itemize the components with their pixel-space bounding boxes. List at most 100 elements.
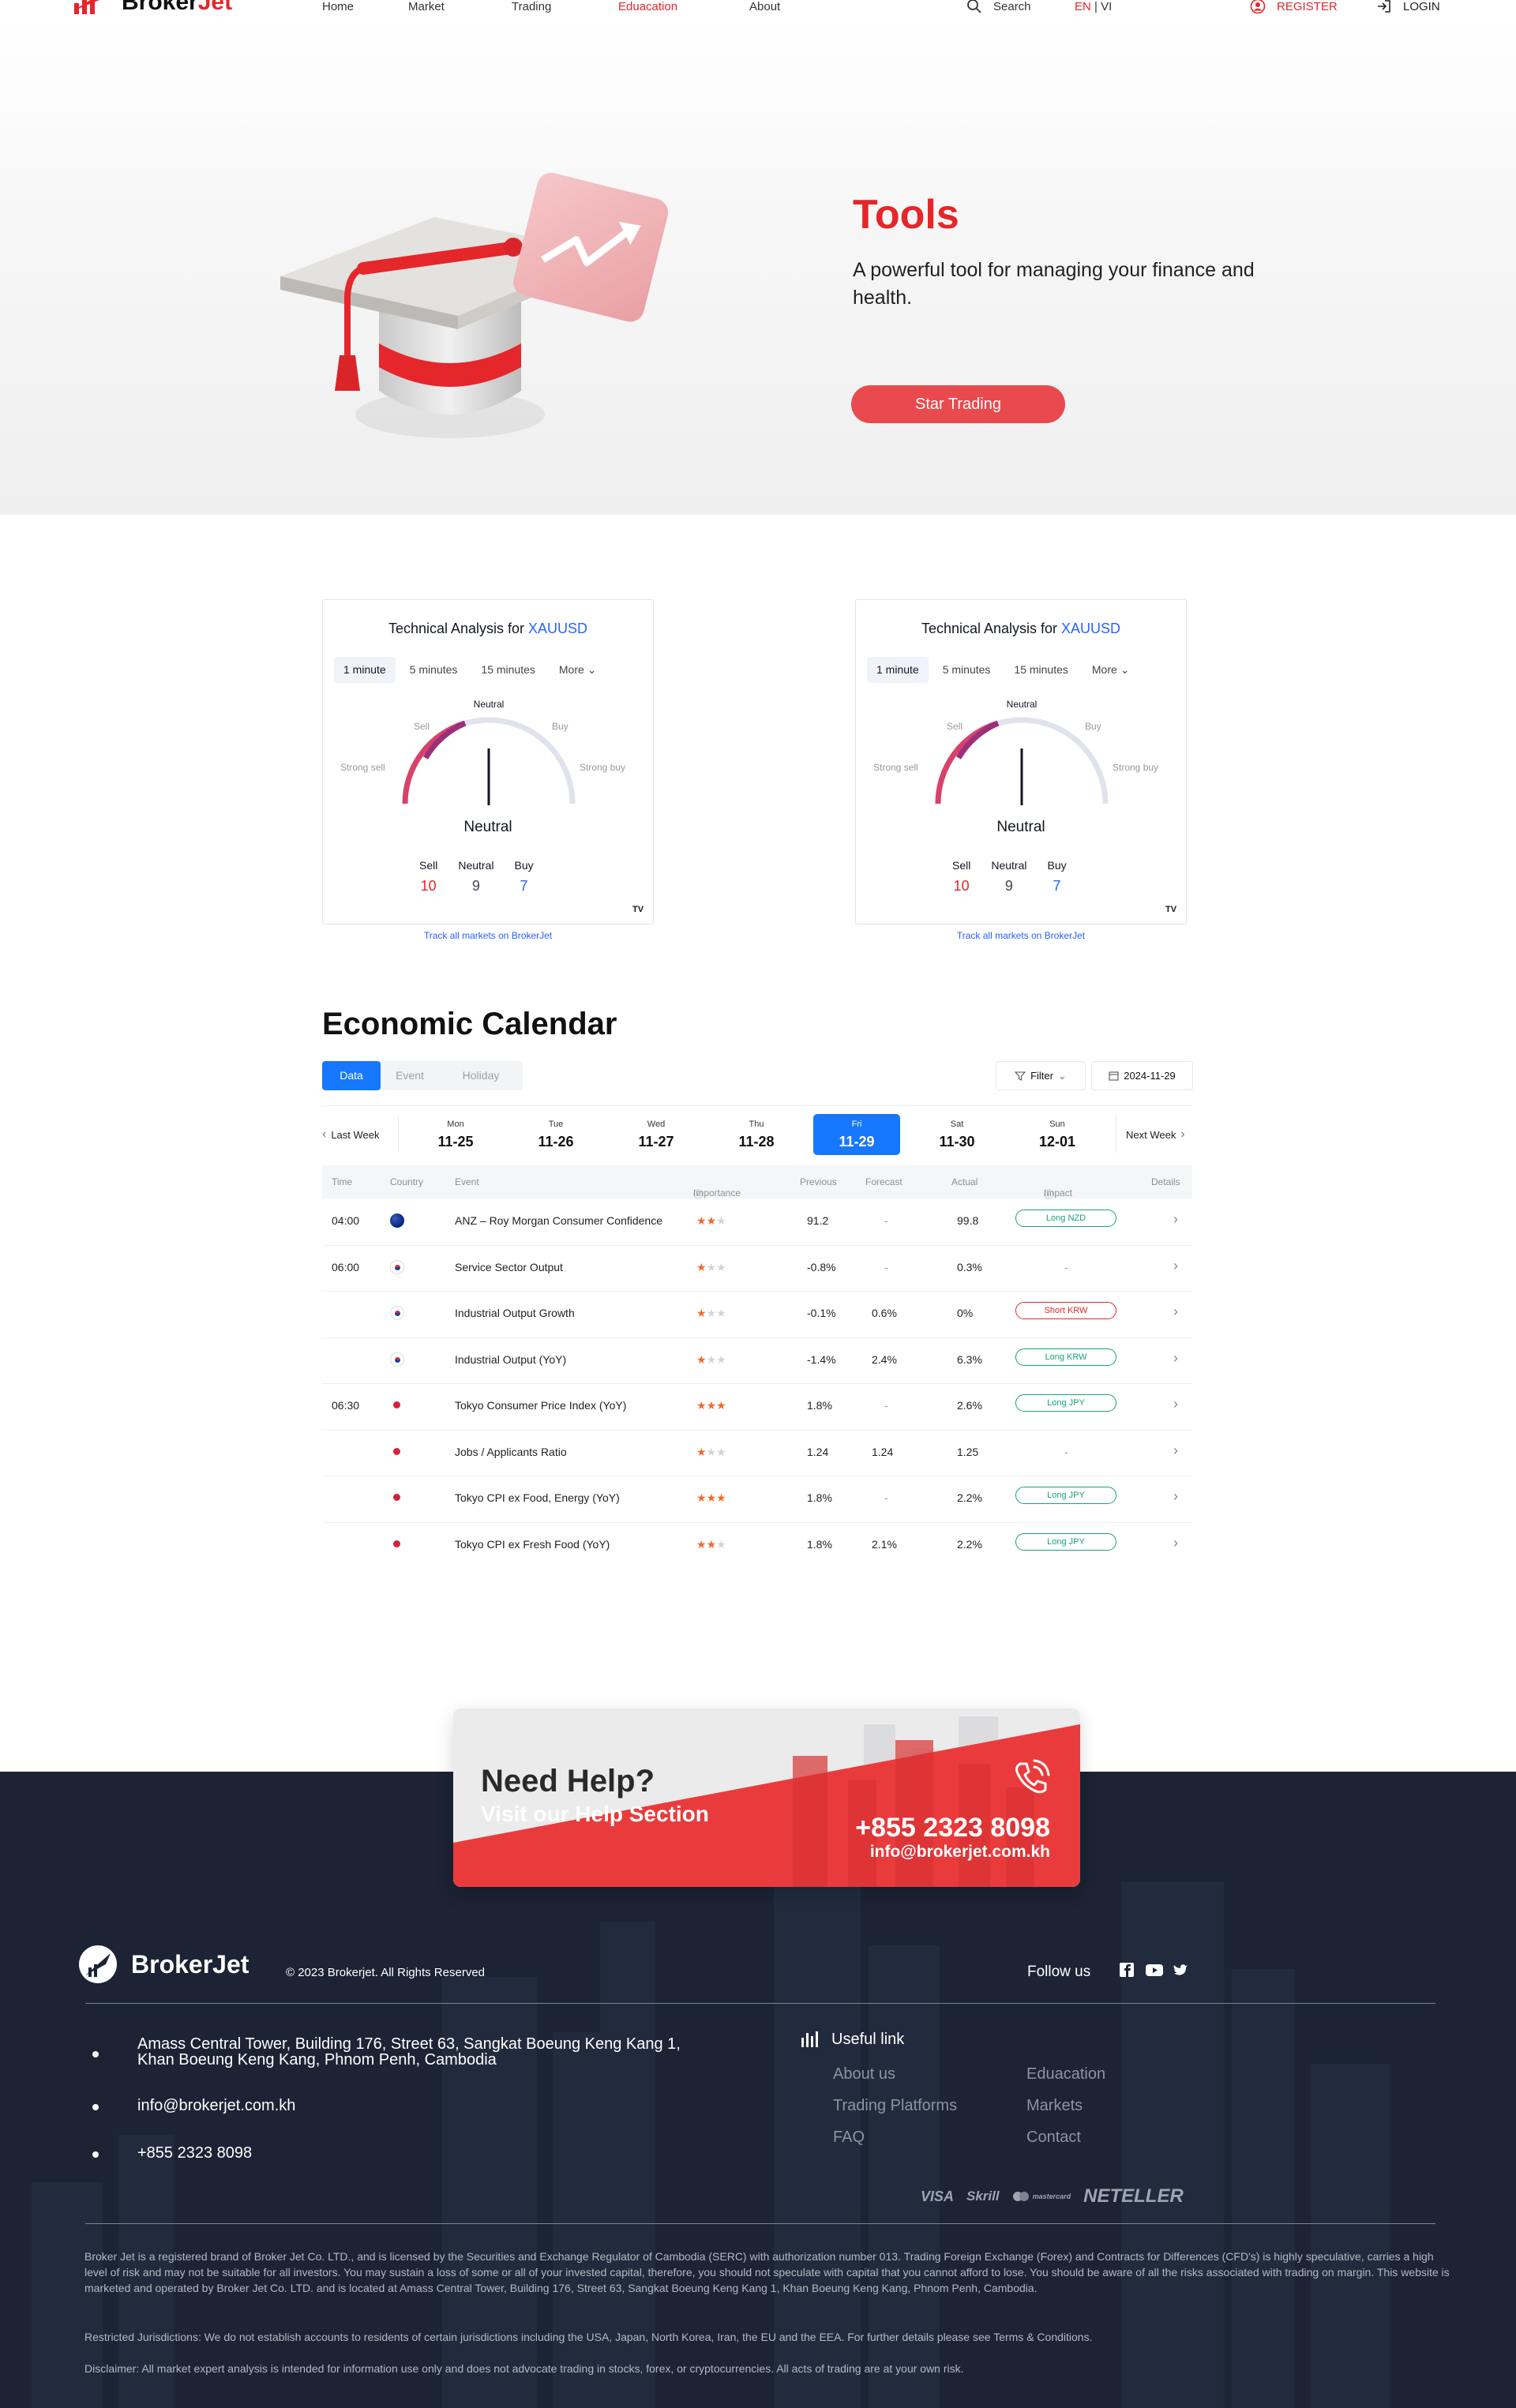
tab-more[interactable]: More ⌄ <box>1083 657 1139 683</box>
chevron-right-icon[interactable]: › <box>1173 1303 1178 1320</box>
bullet <box>92 2104 99 2110</box>
event-actual: 0% <box>957 1307 974 1319</box>
day-fri[interactable]: Fri 11-29 <box>813 1114 900 1155</box>
last-week-button[interactable]: ‹ Last Week <box>322 1127 380 1142</box>
gauge-strong-sell-label: Strong sell <box>340 762 385 773</box>
nav-home[interactable]: Home <box>322 0 354 13</box>
neutral-count: Neutral 9 <box>991 859 1027 894</box>
ta-interval-tabs: 1 minute 5 minutes 15 minutes More ⌄ <box>867 657 1139 683</box>
footer-link-contact[interactable]: Contact <box>1026 2129 1081 2147</box>
tab-data[interactable]: Data <box>322 1061 381 1090</box>
event-forecast: 0.6% <box>872 1307 897 1319</box>
chevron-right-icon[interactable]: › <box>1173 1535 1178 1551</box>
importance-stars: ★★★ <box>696 1538 726 1551</box>
facebook-icon[interactable] <box>1118 1961 1135 1979</box>
table-row[interactable]: 06:30 Tokyo Consumer Price Index (YoY) ★★★… <box>322 1383 1192 1429</box>
youtube-icon[interactable] <box>1145 1961 1163 1979</box>
table-row[interactable]: Industrial Output Growth ★★★ -0.1% 0.6% 0% Sh… <box>322 1291 1192 1337</box>
nav-market[interactable]: Market <box>408 0 445 13</box>
user-icon <box>1250 0 1266 14</box>
event-name: Tokyo CPI ex Food, Energy (YoY) <box>455 1491 620 1504</box>
importance-stars: ★★★ <box>696 1261 726 1274</box>
register-button[interactable]: REGISTER <box>1250 0 1338 14</box>
track-markets-link[interactable]: Track all markets on BrokerJet <box>855 930 1187 941</box>
event-name: Industrial Output Growth <box>455 1307 575 1319</box>
start-trading-button[interactable]: Star Trading <box>851 385 1065 423</box>
tab-1-minute[interactable]: 1 minute <box>867 657 929 683</box>
table-row[interactable]: 04:00 ANZ – Roy Morgan Consumer Confidenc… <box>322 1198 1192 1244</box>
search-button[interactable]: Search <box>966 0 1031 14</box>
help-banner[interactable]: Need Help? Visit our Help Section +855 2… <box>453 1708 1080 1887</box>
ta-gauge: Neutral Sell Buy Strong sell Strong buy <box>340 699 625 805</box>
day-mon[interactable]: Mon 11-25 <box>412 1114 499 1155</box>
tab-1-minute[interactable]: 1 minute <box>334 657 396 683</box>
chevron-right-icon[interactable]: › <box>1173 1488 1178 1505</box>
tab-15-minutes[interactable]: 15 minutes <box>1004 657 1077 683</box>
filter-button[interactable]: Filter ⌄ <box>996 1061 1086 1090</box>
impact-badge: Long KRW <box>1015 1348 1116 1366</box>
calendar-tabs: Data Event Holiday <box>322 1061 523 1090</box>
twitter-icon[interactable] <box>1172 1961 1189 1979</box>
footer-logo[interactable]: BrokerJet <box>74 1944 249 1985</box>
tradingview-icon[interactable]: TV <box>632 905 648 917</box>
star-icon: ★ <box>706 1214 717 1227</box>
next-week-button[interactable]: Next Week › <box>1126 1127 1185 1142</box>
login-button[interactable]: LOGIN <box>1376 0 1440 14</box>
day-thu[interactable]: Thu 11-28 <box>713 1114 800 1155</box>
tradingview-icon[interactable]: TV <box>1165 905 1181 917</box>
table-row[interactable]: Tokyo CPI ex Fresh Food (YoY) ★★★ 1.8% 2.1%… <box>322 1522 1192 1568</box>
tab-5-minutes[interactable]: 5 minutes <box>933 657 1000 683</box>
language-switch[interactable]: EN | VI <box>1075 0 1112 13</box>
calendar-icon <box>1109 1071 1119 1081</box>
country-flag-icon <box>390 1491 404 1505</box>
useful-links-title: Useful link <box>800 2030 904 2049</box>
neteller-logo: NETELLER <box>1083 2185 1184 2207</box>
footer-link-about[interactable]: About us <box>833 2065 895 2084</box>
footer-link-faq[interactable]: FAQ <box>833 2129 865 2147</box>
table-row[interactable]: 06:00 Service Sector Output ★★★ -0.8% -0.3% -… <box>322 1245 1192 1291</box>
footer-link-platforms[interactable]: Trading Platforms <box>833 2097 957 2115</box>
help-phone[interactable]: +855 2323 8098 <box>855 1813 1050 1844</box>
rocket-logo-icon <box>79 1945 117 1983</box>
tab-5-minutes[interactable]: 5 minutes <box>400 657 467 683</box>
chevron-right-icon[interactable]: › <box>1173 1211 1178 1228</box>
event-previous: -0.1% <box>807 1307 836 1319</box>
tab-event[interactable]: Event <box>381 1061 439 1090</box>
track-markets-link[interactable]: Track all markets on BrokerJet <box>322 930 654 941</box>
event-name: Service Sector Output <box>455 1260 563 1273</box>
table-row[interactable]: Industrial Output (YoY) ★★★ -1.4% 2.4% 6.3% L… <box>322 1337 1192 1383</box>
tab-holiday[interactable]: Holiday <box>439 1061 523 1090</box>
day-tue[interactable]: Tue 11-26 <box>512 1114 599 1155</box>
footer-link-education[interactable]: Eduacation <box>1026 2065 1105 2084</box>
footer-phone[interactable]: +855 2323 8098 <box>137 2145 252 2161</box>
help-title: Need Help? <box>481 1764 655 1798</box>
bullet <box>92 2051 99 2057</box>
table-row[interactable]: Tokyo CPI ex Food, Energy (YoY) ★★★ 1.8% -2… <box>322 1476 1192 1521</box>
chevron-right-icon[interactable]: › <box>1173 1350 1178 1367</box>
help-email[interactable]: info@brokerjet.com.kh <box>870 1843 1050 1862</box>
footer-email[interactable]: info@brokerjet.com.kh <box>137 2098 295 2114</box>
star-icon: ★ <box>706 1307 717 1319</box>
event-actual: 99.8 <box>957 1214 979 1227</box>
tab-more[interactable]: More ⌄ <box>550 657 606 683</box>
chevron-right-icon[interactable]: › <box>1173 1396 1178 1412</box>
search-icon <box>967 0 981 13</box>
table-row[interactable]: Jobs / Applicants Ratio ★★★ 1.24 1.24 1.25- › <box>322 1430 1192 1476</box>
tab-15-minutes[interactable]: 15 minutes <box>471 657 544 683</box>
importance-stars: ★★★ <box>696 1307 726 1320</box>
date-picker[interactable]: 2024-11-29 <box>1091 1061 1193 1090</box>
chevron-right-icon[interactable]: › <box>1173 1258 1178 1274</box>
brand-logo[interactable]: BrokerJet <box>71 0 232 16</box>
day-sun[interactable]: Sun 12-01 <box>1014 1114 1101 1155</box>
divider <box>85 2223 1435 2224</box>
nav-education[interactable]: Eduacation <box>618 0 677 13</box>
top-nav: BrokerJet Home Market Trading Eduacation… <box>0 0 1516 16</box>
nav-about[interactable]: About <box>749 0 780 13</box>
day-sat[interactable]: Sat 11-30 <box>914 1114 1000 1155</box>
day-wed[interactable]: Wed 11-27 <box>613 1114 700 1155</box>
nav-trading[interactable]: Trading <box>512 0 551 13</box>
footer-link-markets[interactable]: Markets <box>1026 2097 1083 2115</box>
star-icon: ★ <box>716 1491 726 1504</box>
chevron-right-icon[interactable]: › <box>1173 1442 1178 1459</box>
star-icon: ★ <box>696 1537 707 1551</box>
